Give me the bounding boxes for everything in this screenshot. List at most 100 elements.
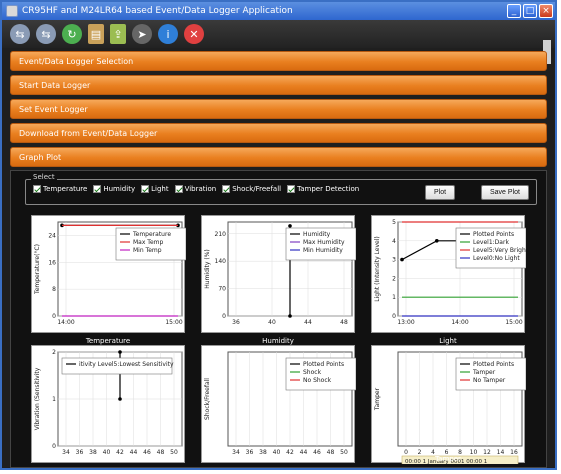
- y-tick-label: 140: [215, 258, 227, 265]
- x-tick-label: 36: [232, 319, 240, 326]
- option-tamper-label: Tamper Detection: [297, 185, 360, 193]
- humidity-svg: Humidity (%) 36 40 44 48 0 70 140 210 HumidityMax…: [204, 221, 356, 326]
- option-shock-label: Shock/Freefall: [232, 185, 282, 193]
- x-tick-label: 44: [304, 319, 312, 326]
- legend-label: Level1:Dark: [473, 239, 509, 246]
- close-icon[interactable]: ✕: [184, 24, 204, 44]
- option-light-label: Light: [151, 185, 169, 193]
- toolbar: ⇆ ⇆ ↻ ▤ ⇪ ➤ i ✕: [2, 20, 555, 64]
- x-tick-label: 14:00: [451, 319, 468, 326]
- x-tick-label: 15:00: [165, 319, 182, 326]
- menu-download-label: Download from Event/Data Logger: [19, 129, 158, 138]
- minimize-icon[interactable]: _: [507, 4, 521, 18]
- option-humidity[interactable]: Humidity: [93, 185, 135, 193]
- select-group-label: Select: [31, 173, 57, 181]
- legend-label: Plotted Points: [303, 361, 344, 368]
- legend-label: No Tamper: [473, 377, 506, 384]
- legend-label: itivity Level5:Lowest Sensitivity: [79, 361, 174, 368]
- document-icon[interactable]: ▤: [88, 24, 104, 44]
- menu-event-logger[interactable]: Set Event Logger: [10, 99, 547, 119]
- y-tick-label: 3: [392, 257, 396, 264]
- legend-label: Level0:No Light: [473, 255, 520, 262]
- upload-icon[interactable]: ⇪: [110, 24, 126, 44]
- y-tick-label: 0: [52, 313, 56, 320]
- window-title: CR95HF and M24LR64 based Event/Data Logg…: [22, 6, 293, 16]
- legend-label: Max Humidity: [303, 239, 345, 246]
- option-light[interactable]: Light: [141, 185, 169, 193]
- menu-download[interactable]: Download from Event/Data Logger: [10, 123, 547, 143]
- menu-start-logger[interactable]: Start Data Logger: [10, 75, 547, 95]
- y-tick-label: 24: [48, 232, 56, 239]
- checkbox-light[interactable]: [141, 185, 150, 193]
- y-axis-label: Shock/Freefall: [204, 378, 211, 420]
- close-window-icon[interactable]: ×: [539, 4, 553, 18]
- legend-label: Temperature: [132, 231, 171, 238]
- app-window: CR95HF and M24LR64 based Event/Data Logg…: [0, 0, 557, 470]
- arrow-icon[interactable]: ➤: [132, 24, 152, 44]
- y-axis-label: Tamper: [374, 387, 381, 411]
- legend-label: Plotted Points: [473, 231, 514, 238]
- option-tamper[interactable]: Tamper Detection: [287, 185, 359, 193]
- plot-button[interactable]: Plot: [425, 185, 456, 200]
- temperature-chart: Temperature(°C) 14:00 15:00 0 8 16 24 Temperatu…: [31, 215, 186, 333]
- app-icon: [6, 5, 18, 17]
- legend-label: Level5:Very Bright: [473, 247, 526, 254]
- maximize-icon[interactable]: □: [523, 4, 537, 18]
- shock-svg: Shock/Freefall34 36 38 40 42 44 46 48 50Plotted …: [204, 351, 356, 456]
- window-controls: _ □ ×: [507, 4, 553, 18]
- legend-label: Min Temp: [133, 247, 162, 254]
- legend-label: Tamper: [472, 369, 496, 376]
- menu-logger-selection[interactable]: Event/Data Logger Selection: [10, 51, 547, 71]
- data-point: [118, 350, 122, 354]
- shock-caption: Shock/Freefall: [253, 455, 303, 463]
- tamper-caption: Tamper: [435, 455, 461, 463]
- menu-start-logger-label: Start Data Logger: [19, 81, 91, 90]
- humidity-caption: Humidity: [262, 337, 294, 345]
- vibration-chart: Vibration (Sensitivity 34 36 38 40 42 44 46 48 50…: [31, 345, 185, 463]
- option-shock[interactable]: Shock/Freefall: [222, 185, 281, 193]
- y-tick-label: 0: [392, 313, 396, 320]
- vibration-svg: Vibration (Sensitivity34 36 38 40 42 44 46 48 50…: [34, 349, 183, 456]
- title-bar: CR95HF and M24LR64 based Event/Data Logg…: [2, 2, 555, 20]
- refresh-icon[interactable]: ↻: [62, 24, 82, 44]
- option-vibration-label: Vibration: [184, 185, 217, 193]
- y-tick-label: 8: [52, 286, 56, 293]
- option-vibration[interactable]: Vibration: [174, 185, 217, 193]
- light-svg: Light (Intensity Level) 13:00 14:00 15:00 0 1…: [374, 219, 526, 326]
- menu-event-logger-label: Set Event Logger: [19, 105, 88, 114]
- checkbox-humidity[interactable]: [93, 185, 102, 193]
- data-point: [118, 397, 122, 401]
- checkbox-shock[interactable]: [222, 185, 231, 193]
- save-plot-button[interactable]: Save Plot: [481, 185, 529, 200]
- data-point: [435, 239, 439, 243]
- menu-graph-plot-label: Graph Plot: [19, 153, 62, 162]
- legend-label: Max Temp: [133, 239, 163, 246]
- legend-label: No Shock: [303, 377, 332, 384]
- option-humidity-label: Humidity: [103, 185, 136, 193]
- data-point: [400, 257, 404, 262]
- checkbox-vibration[interactable]: [174, 185, 183, 193]
- y-axis-label: Light (Intensity Level): [374, 236, 381, 301]
- x-tick-label: 13:00: [397, 319, 414, 326]
- menu-graph-plot[interactable]: Graph Plot: [10, 147, 547, 167]
- y-tick-label: 4: [392, 238, 396, 245]
- menu-logger-selection-label: Event/Data Logger Selection: [19, 57, 134, 66]
- y-axis-label: Humidity (%): [204, 249, 211, 289]
- usb-plug-icon[interactable]: ⇆: [36, 24, 56, 44]
- light-chart: Light (Intensity Level) 13:00 14:00 15:00 0 1…: [371, 215, 526, 333]
- data-point: [288, 314, 292, 318]
- option-temperature-label: Temperature: [43, 185, 88, 193]
- light-caption: Light: [439, 337, 457, 345]
- x-tick-label: 15:00: [505, 319, 522, 326]
- y-tick-label: 1: [52, 396, 56, 403]
- graph-panel: Select Temperature Humidity Light Vibrat…: [10, 170, 547, 468]
- y-tick-label: 2: [392, 275, 396, 282]
- option-temperature[interactable]: Temperature: [33, 185, 87, 193]
- temperature-svg: Temperature(°C) 14:00 15:00 0 8 16 24 Temperatu…: [34, 221, 186, 326]
- info-icon[interactable]: i: [158, 24, 178, 44]
- legend-label: Humidity: [303, 231, 331, 238]
- checkbox-temperature[interactable]: [33, 185, 41, 193]
- x-tick-label: 14:00: [57, 319, 74, 326]
- usb-plug-icon[interactable]: ⇆: [10, 24, 30, 44]
- checkbox-tamper[interactable]: [287, 185, 296, 193]
